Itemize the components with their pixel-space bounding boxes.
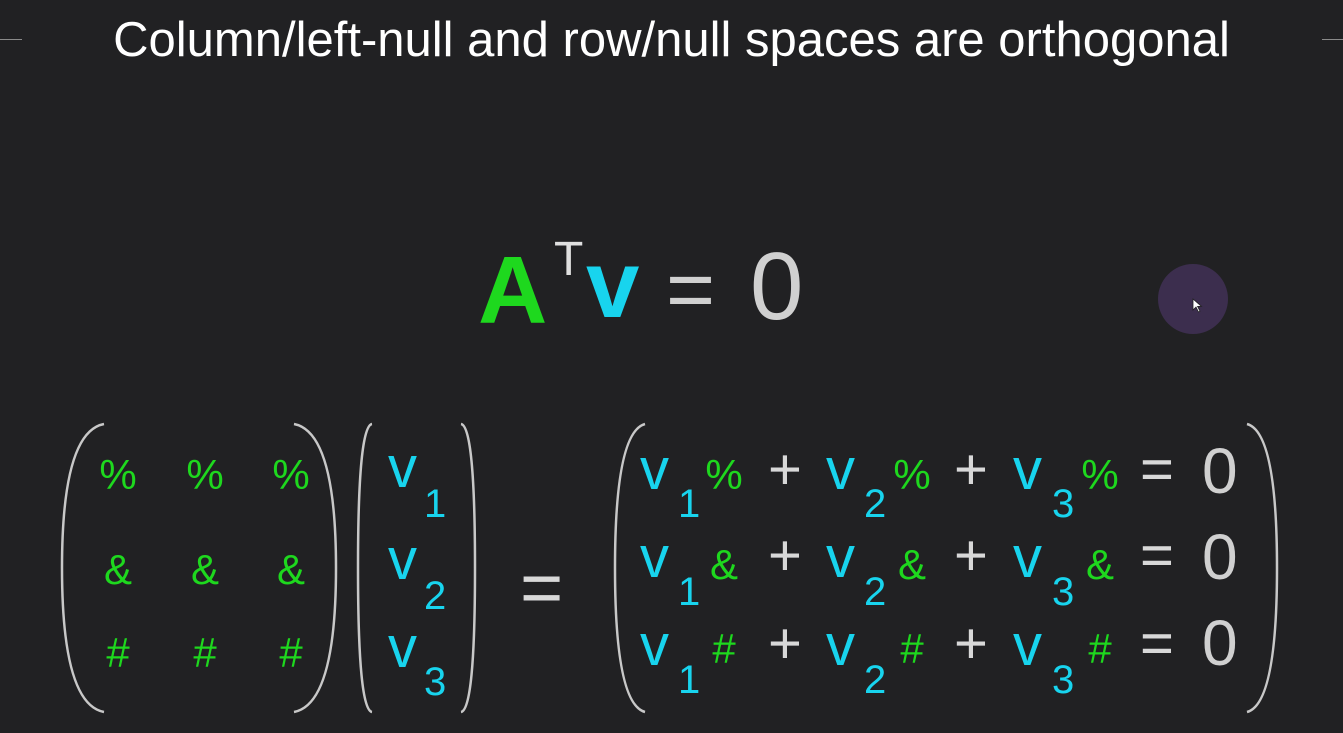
result-term-subscript: 3: [1052, 482, 1075, 526]
result-term-letter: v: [640, 525, 669, 590]
slide-title: Column/left-null and row/null spaces are…: [113, 13, 1230, 67]
main-equals-sign: =: [666, 242, 716, 336]
result-term-letter: v: [1013, 437, 1042, 502]
transpose-superscript: T: [554, 233, 584, 286]
result-term-subscript: 1: [678, 658, 701, 702]
vector-entry-letter: v: [388, 527, 417, 592]
result-term-subscript: 3: [1052, 658, 1075, 702]
middle-equals-sign: =: [520, 546, 564, 629]
result-plus-sign: +: [768, 437, 802, 502]
result-plus-sign: +: [954, 611, 988, 676]
matrix-entry: &: [190, 546, 219, 593]
result-rhs-zero: 0: [1202, 521, 1238, 593]
main-rhs-zero: 0: [750, 233, 804, 340]
result-term-symbol: %: [705, 451, 743, 498]
result-term-symbol: #: [900, 625, 924, 672]
result-rhs-zero: 0: [1202, 435, 1238, 507]
result-term-subscript: 2: [864, 570, 887, 614]
vector-entry-subscript: 2: [424, 574, 447, 618]
result-term-letter: v: [1013, 613, 1042, 678]
result-term-letter: v: [1013, 525, 1042, 590]
vector-symbol-v: v: [586, 231, 640, 338]
result-term-subscript: 2: [864, 482, 887, 526]
result-equals-sign: =: [1140, 611, 1174, 676]
vector-entry-subscript: 3: [424, 660, 447, 704]
result-term-symbol: %: [1081, 451, 1119, 498]
mouse-pointer-icon: [1192, 298, 1203, 313]
result-plus-sign: +: [954, 523, 988, 588]
matrix-entry: %: [186, 451, 224, 498]
matrix-entry: #: [193, 629, 217, 676]
result-term-symbol: &: [709, 541, 738, 588]
result-term-symbol: &: [897, 541, 926, 588]
matrix-entry: %: [99, 451, 137, 498]
matrix-entry: #: [279, 629, 303, 676]
result-equals-sign: =: [1140, 523, 1174, 588]
vector-entry-letter: v: [388, 615, 417, 680]
result-plus-sign: +: [954, 437, 988, 502]
result-term-subscript: 1: [678, 570, 701, 614]
result-rhs-zero: 0: [1202, 607, 1238, 679]
matrix-entry: &: [103, 546, 132, 593]
result-term-letter: v: [640, 613, 669, 678]
matrix-symbol-A: A: [478, 237, 548, 344]
result-equals-sign: =: [1140, 437, 1174, 502]
matrix-entry: #: [106, 629, 130, 676]
vector-left-paren: [356, 422, 373, 714]
vector-entry-subscript: 1: [424, 482, 447, 526]
result-plus-sign: +: [768, 611, 802, 676]
result-term-letter: v: [826, 613, 855, 678]
result-term-subscript: 3: [1052, 570, 1075, 614]
vector-right-paren: [460, 422, 477, 714]
vector-entry-letter: v: [388, 435, 417, 500]
result-term-subscript: 2: [864, 658, 887, 702]
result-right-paren: [1246, 422, 1279, 714]
result-term-symbol: #: [1088, 625, 1112, 672]
result-term-symbol: #: [712, 625, 736, 672]
matrix-entry: &: [276, 546, 305, 593]
result-term-subscript: 1: [678, 482, 701, 526]
result-term-letter: v: [826, 437, 855, 502]
result-term-letter: v: [640, 437, 669, 502]
result-term-symbol: %: [893, 451, 931, 498]
result-term-symbol: &: [1085, 541, 1114, 588]
matrix-entry: %: [272, 451, 310, 498]
result-term-letter: v: [826, 525, 855, 590]
result-plus-sign: +: [768, 523, 802, 588]
